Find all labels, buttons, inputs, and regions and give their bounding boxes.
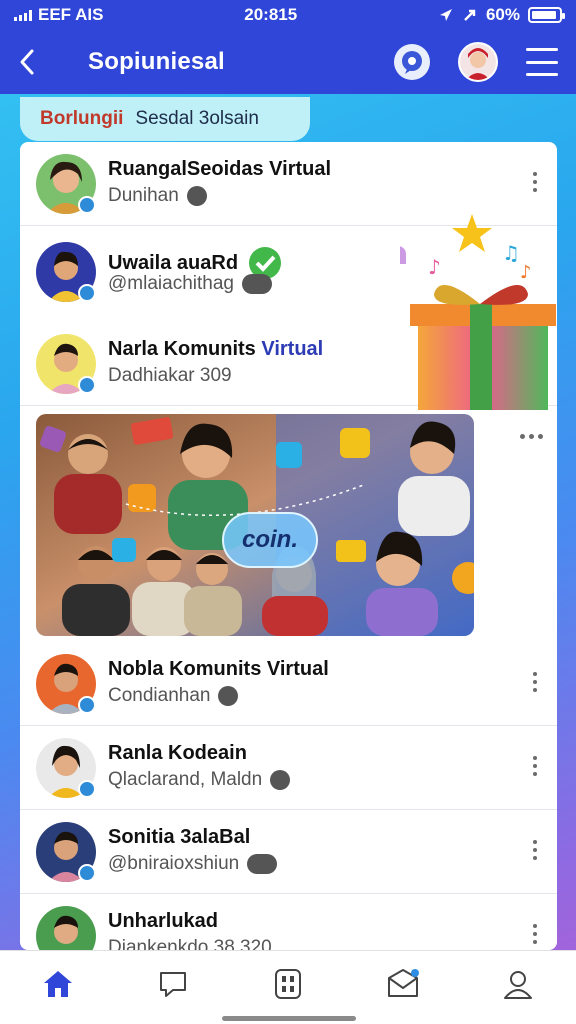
mail-icon bbox=[388, 968, 420, 997]
menu-button[interactable] bbox=[526, 48, 558, 76]
nav-apps[interactable] bbox=[258, 959, 318, 1009]
signal-arrow-icon bbox=[464, 9, 476, 21]
coin-tag: coin. bbox=[222, 512, 318, 568]
nav-chat[interactable] bbox=[143, 959, 203, 1009]
chat-icon bbox=[159, 971, 186, 997]
home-icon bbox=[43, 970, 72, 997]
avatar bbox=[36, 906, 96, 950]
clock: 20:815 bbox=[244, 5, 298, 24]
item-subtitle: Dunihan bbox=[108, 185, 207, 207]
info-icon bbox=[186, 186, 207, 206]
back-button[interactable] bbox=[18, 42, 46, 82]
list-item[interactable]: Nobla Komunits Virtual Condianhan bbox=[20, 642, 557, 726]
item-subtitle: @bniraioxshiun bbox=[108, 853, 278, 875]
verified-badge bbox=[78, 780, 96, 798]
item-name: RuangalSeoidas Virtual bbox=[108, 158, 332, 180]
list-item[interactable]: Sonitia 3alaBal @bniraioxshiun bbox=[20, 810, 557, 894]
more-options-button[interactable] bbox=[527, 672, 543, 692]
badge-icon bbox=[241, 274, 272, 294]
menu-line bbox=[526, 60, 558, 64]
nav-mail[interactable] bbox=[373, 959, 433, 1009]
status-bar: EEF AIS 20:815 60% bbox=[0, 0, 576, 30]
item-name: Unharlukad bbox=[108, 910, 219, 932]
gift-illustration: ♪ ♫ ♪ bbox=[360, 212, 557, 412]
item-subtitle: Qlaclarand, Maldn bbox=[108, 769, 291, 791]
more-options-button[interactable] bbox=[527, 840, 543, 860]
battery-percent: 60% bbox=[485, 5, 520, 24]
svg-text:♪: ♪ bbox=[428, 255, 441, 279]
post-image[interactable]: coin. bbox=[36, 414, 474, 636]
verified-badge bbox=[78, 376, 96, 394]
verified-badge bbox=[78, 864, 96, 882]
verified-badge bbox=[78, 696, 96, 714]
verified-badge bbox=[78, 196, 96, 214]
check-icon bbox=[270, 770, 291, 790]
svg-text:♫: ♫ bbox=[502, 241, 520, 265]
item-subtitle: Dadhiakar 309 bbox=[108, 365, 232, 386]
more-options-button[interactable] bbox=[527, 756, 543, 776]
item-name: Sonitia 3alaBal bbox=[108, 826, 251, 848]
app-bar: Sopiuniesal bbox=[0, 30, 576, 94]
list-item[interactable]: Ranla Kodeain Qlaclarand, Maldn bbox=[20, 726, 557, 810]
battery-icon bbox=[528, 7, 565, 23]
apps-icon bbox=[274, 968, 301, 999]
location-icon bbox=[439, 9, 452, 21]
chevron-left-icon bbox=[20, 49, 34, 75]
pill-label-secondary: Sesdal 3olsain bbox=[135, 108, 259, 129]
bottom-nav bbox=[0, 950, 576, 1024]
carrier-text: EEF AIS bbox=[38, 5, 104, 24]
more-options-button[interactable] bbox=[527, 924, 543, 944]
item-name: Nobla Komunits Virtual bbox=[108, 658, 329, 680]
menu-line bbox=[526, 48, 558, 51]
svg-text:♪: ♪ bbox=[520, 262, 532, 283]
pill-label-primary: Borlungii bbox=[40, 108, 124, 129]
item-name: Narla Komunits Virtual bbox=[108, 338, 324, 360]
nav-profile[interactable] bbox=[488, 959, 548, 1009]
home-indicator bbox=[222, 1016, 356, 1021]
item-subtitle: Diankenkdo 38 320 bbox=[108, 937, 272, 950]
list-item[interactable]: Unharlukad Diankenkdo 38 320 bbox=[20, 894, 557, 950]
badge-icon bbox=[247, 854, 278, 874]
more-options-button[interactable] bbox=[527, 172, 543, 192]
verified-badge bbox=[78, 284, 96, 302]
item-subtitle: @mlaiachithag bbox=[108, 273, 272, 295]
nav-home[interactable] bbox=[28, 959, 88, 1009]
item-subtitle: Condianhan bbox=[108, 685, 239, 707]
profile-avatar-button[interactable] bbox=[458, 42, 498, 82]
profile-icon bbox=[504, 970, 533, 999]
chat-button[interactable] bbox=[394, 44, 430, 80]
feed-card: RuangalSeoidas Virtual Dunihan Uwaila au… bbox=[20, 142, 557, 950]
menu-line bbox=[526, 73, 558, 76]
status-left: EEF AIS bbox=[14, 5, 104, 25]
chat-bubble-icon bbox=[402, 51, 422, 74]
page-title: Sopiuniesal bbox=[88, 48, 225, 75]
avatar bbox=[460, 44, 496, 80]
post-options-button[interactable] bbox=[520, 434, 543, 439]
app-actions bbox=[394, 42, 558, 82]
signal-icon bbox=[14, 9, 32, 21]
status-right: 60% bbox=[438, 5, 565, 25]
item-name: Ranla Kodeain bbox=[108, 742, 247, 764]
filter-pill[interactable]: Borlungii Sesdal 3olsain bbox=[20, 97, 310, 141]
info-icon bbox=[218, 686, 239, 706]
